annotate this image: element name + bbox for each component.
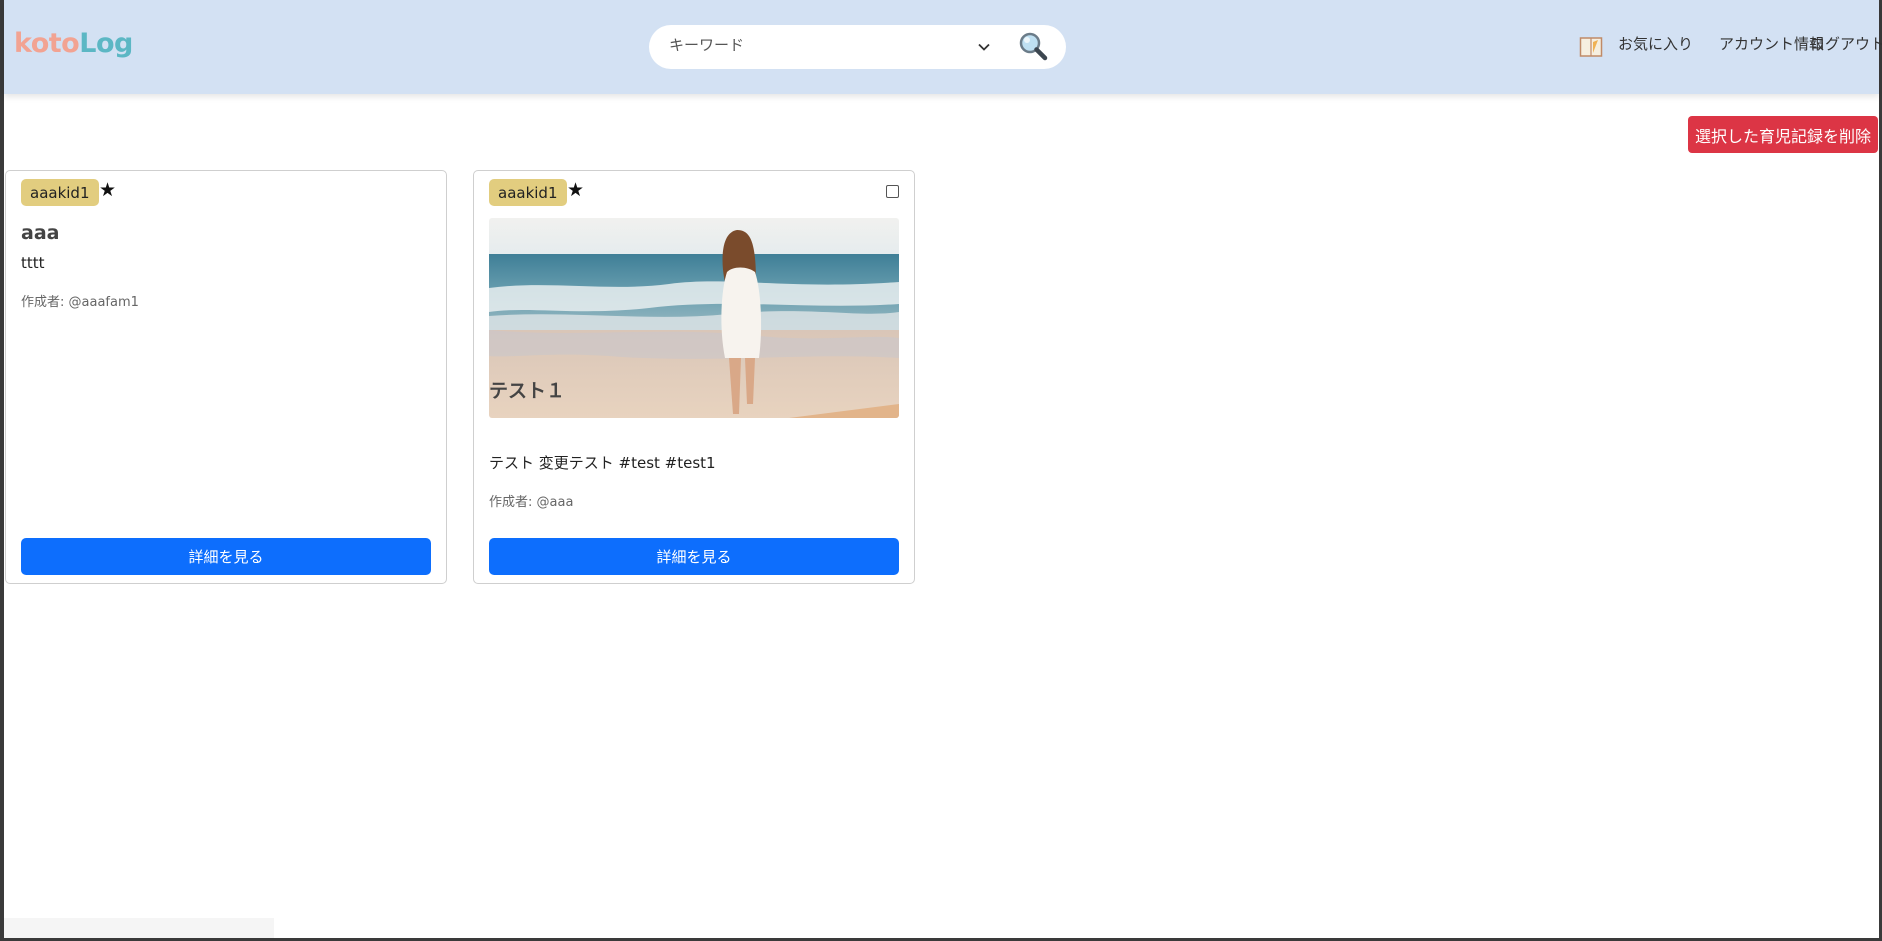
nav-favorites-link[interactable]: お気に入り xyxy=(1618,37,1693,52)
child-badge: aaakid1 xyxy=(489,179,567,206)
top-navbar: kotoLog キーワード お気に入り アカウント情報 ログアウト xyxy=(4,0,1882,94)
nav-account-link[interactable]: アカウント情報 xyxy=(1719,37,1824,52)
view-details-button[interactable]: 詳細を見る xyxy=(21,538,431,575)
card-title: aaa xyxy=(21,222,60,244)
delete-selected-button[interactable]: 選択した育児記録を削除 xyxy=(1688,116,1878,153)
search-input[interactable]: キーワード xyxy=(669,38,744,53)
child-badge: aaakid1 xyxy=(21,179,99,206)
logo-part-koto: koto xyxy=(14,28,80,59)
card-body-text: tttt xyxy=(21,254,45,272)
favorite-star-icon[interactable]: ★ xyxy=(99,181,116,200)
logo-part-log: Log xyxy=(79,28,133,59)
chevron-down-icon[interactable] xyxy=(977,39,991,58)
status-strip xyxy=(4,918,274,938)
record-card: aaakid1 ★ aaa tttt 作成者: @aaafam1 詳細を見る xyxy=(5,170,447,584)
record-card: aaakid1 ★ テスト１ テスト 変更テスト #test #test1 作成… xyxy=(473,170,915,584)
nav-logout-link[interactable]: ログアウト xyxy=(1810,37,1882,52)
view-details-button[interactable]: 詳細を見る xyxy=(489,538,899,575)
card-body-text: テスト 変更テスト #test #test1 xyxy=(489,454,716,472)
card-author: 作成者: @aaafam1 xyxy=(21,295,139,310)
notebook-icon[interactable] xyxy=(1579,36,1603,62)
window-border-left xyxy=(0,0,4,941)
favorite-star-icon[interactable]: ★ xyxy=(567,181,584,200)
magnifier-icon[interactable] xyxy=(1017,31,1049,67)
select-checkbox[interactable] xyxy=(886,185,899,198)
card-author: 作成者: @aaa xyxy=(489,495,574,510)
card-title: テスト１ xyxy=(489,380,566,402)
search-box: キーワード xyxy=(649,25,1066,69)
kotolog-logo[interactable]: kotoLog xyxy=(14,30,133,57)
